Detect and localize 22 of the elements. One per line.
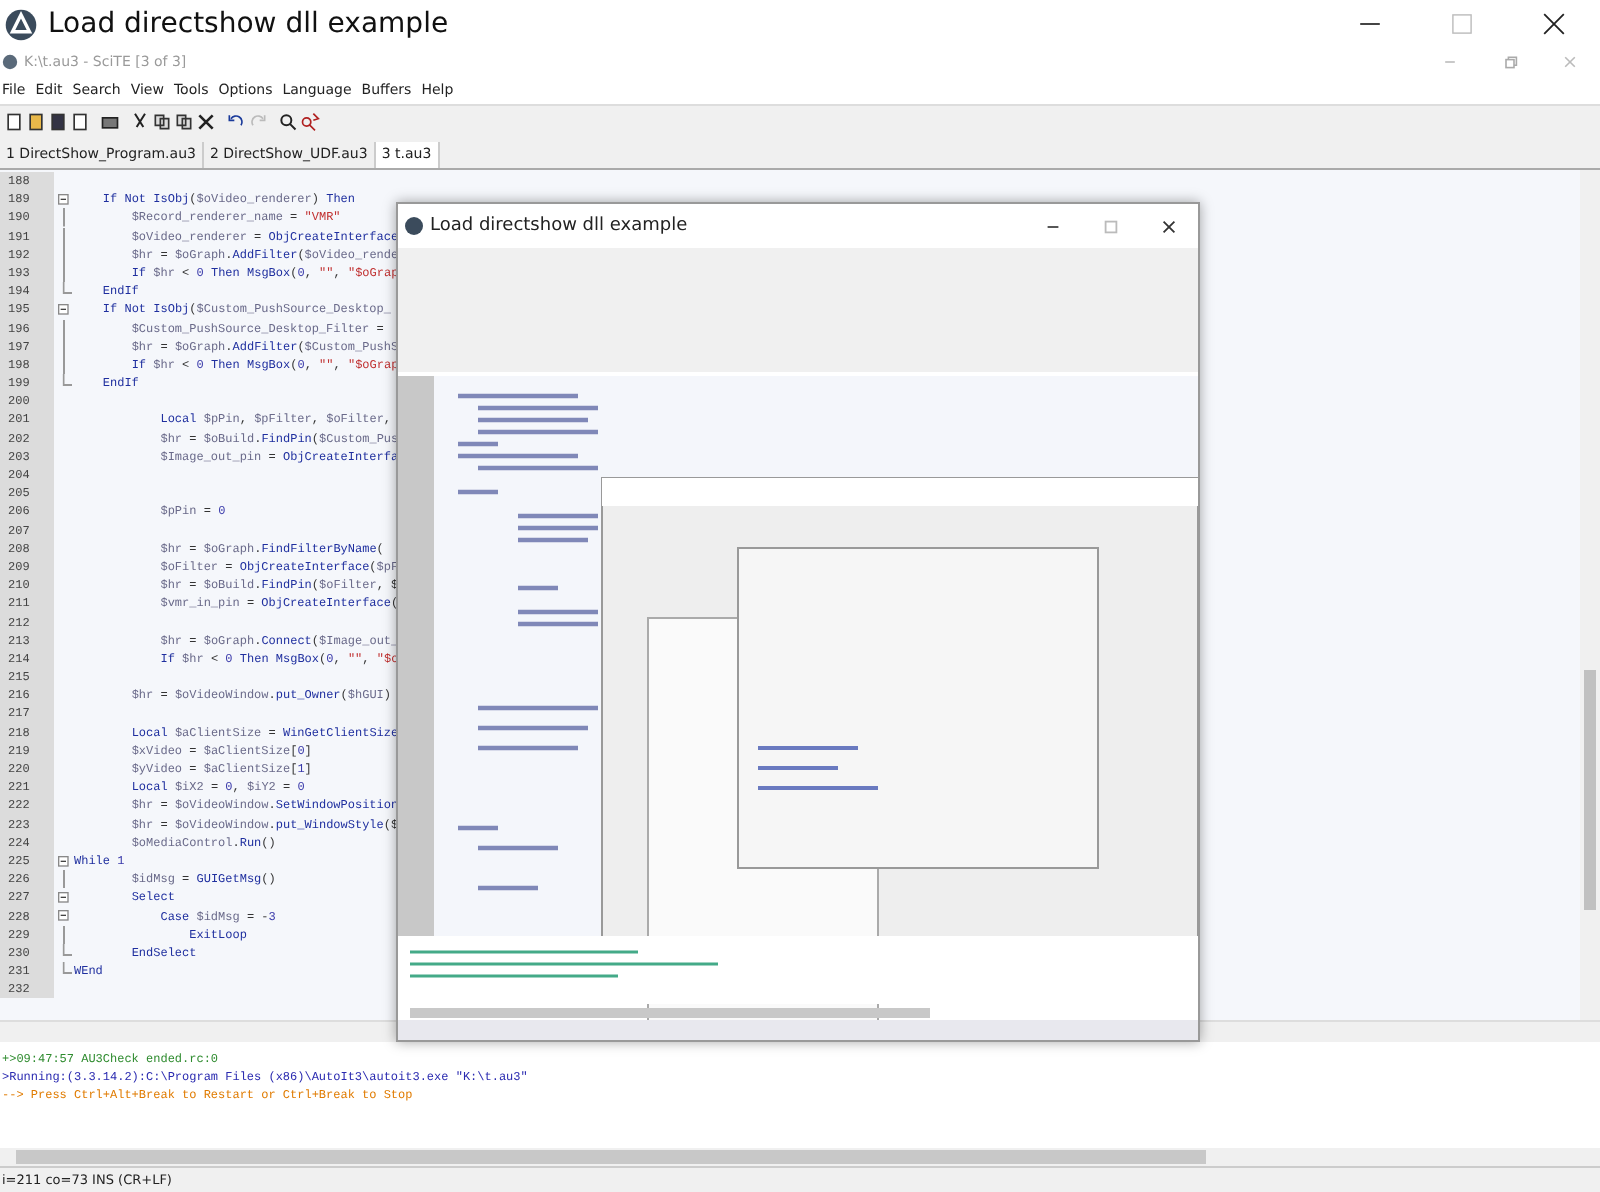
- undo-icon[interactable]: [226, 112, 246, 132]
- replace-icon[interactable]: [300, 112, 320, 132]
- delete-icon[interactable]: [196, 112, 216, 132]
- close-icon[interactable]: [1540, 10, 1568, 38]
- copy-icon[interactable]: [152, 112, 172, 132]
- window-title: Load directshow dll example: [48, 8, 449, 40]
- fold-minus-icon[interactable]: [58, 303, 70, 316]
- app-logo-icon: [404, 216, 424, 236]
- fold-minus-icon[interactable]: [58, 193, 70, 206]
- cut-icon[interactable]: [130, 112, 150, 132]
- fold-line: [62, 925, 66, 944]
- app-logo-icon: [2, 54, 18, 70]
- fold-minus-icon[interactable]: [58, 855, 70, 868]
- fold-minus-icon[interactable]: [58, 891, 70, 904]
- window-title: Load directshow dll example: [430, 216, 688, 236]
- scrollbar[interactable]: [0, 1148, 1600, 1166]
- search-icon[interactable]: [278, 112, 298, 132]
- scrollbar[interactable]: [1580, 170, 1600, 1020]
- fold-line: [62, 870, 66, 889]
- fold-minus-icon[interactable]: [58, 910, 70, 923]
- new-file-icon[interactable]: [4, 112, 24, 132]
- close-icon[interactable]: [1160, 217, 1178, 235]
